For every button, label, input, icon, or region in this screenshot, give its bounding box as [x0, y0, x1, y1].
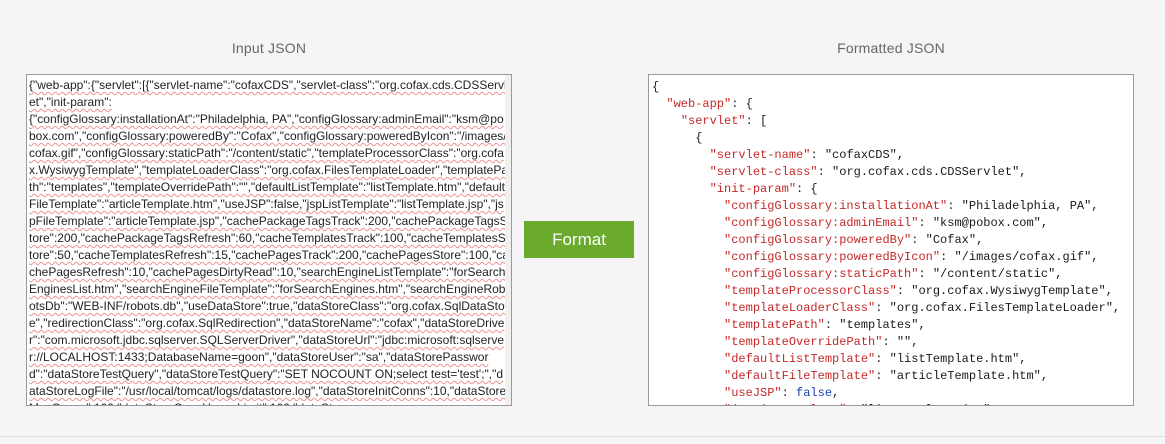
json-value: "/content/static": [932, 267, 1056, 281]
json-line: "jspListTemplate": "listTemplate.jsp",: [652, 402, 1133, 405]
json-key: "init-param": [709, 182, 797, 196]
json-value: "ksm@pobox.com": [932, 216, 1041, 230]
json-key: "jspListTemplate": [724, 403, 846, 405]
json-punctuation: : [: [745, 114, 768, 128]
json-punctuation: ,: [918, 318, 926, 332]
json-key: "useJSP": [724, 386, 782, 400]
format-button[interactable]: Format: [524, 221, 634, 258]
json-punctuation: : {: [731, 97, 753, 111]
json-value: "org.cofax.cds.CDSServlet": [832, 165, 1020, 179]
json-punctuation: ,: [1019, 352, 1027, 366]
json-line: "configGlossary:staticPath": "/content/s…: [724, 267, 1063, 281]
json-line: "web-app": {: [652, 96, 1133, 113]
json-value: "cofaxCDS": [824, 148, 897, 162]
json-punctuation: ,: [1040, 216, 1049, 230]
input-scrollbar[interactable]: [505, 75, 511, 405]
json-punctuation: ,: [990, 403, 997, 405]
json-value: "articleTemplate.htm": [889, 369, 1041, 383]
input-json-textarea[interactable]: {"web-app":{"servlet":[{"servlet-name":"…: [26, 74, 512, 406]
json-key: "web-app": [666, 97, 732, 111]
json-line: "templateProcessorClass": "org.cofax.Wys…: [724, 284, 1113, 298]
json-key: "servlet": [680, 114, 746, 128]
json-line: "configGlossary:installationAt": "Philad…: [724, 199, 1099, 213]
json-punctuation: {: [652, 80, 660, 94]
json-punctuation: ,: [1040, 369, 1049, 383]
json-line: "defaultListTemplate": "listTemplate.htm…: [724, 352, 1027, 366]
json-key: "servlet-name": [709, 148, 811, 162]
json-line: "templateOverridePath": "",: [724, 335, 919, 349]
json-line: "configGlossary:poweredByIcon": "/images…: [724, 250, 1099, 264]
json-key: "defaultListTemplate": [724, 352, 876, 366]
formatted-json-lines: { "web-app": { "servlet": [ { "servlet-n…: [649, 75, 1133, 405]
json-punctuation: ,: [1091, 199, 1099, 213]
json-line: "servlet-name": "cofaxCDS",: [709, 148, 905, 162]
json-key: "configGlossary:poweredBy": [724, 233, 912, 247]
json-key: "templateLoaderClass": [724, 301, 876, 315]
json-punctuation: ,: [832, 386, 840, 400]
input-json-text[interactable]: {"web-app":{"servlet":[{"servlet-name":"…: [27, 75, 511, 405]
json-value: "org.cofax.WysiwygTemplate": [911, 284, 1106, 298]
json-line: "init-param": {: [652, 181, 1133, 198]
json-line: "servlet": [: [652, 113, 1133, 130]
bottom-divider: [0, 436, 1165, 437]
json-line: "servlet-class": "org.cofax.cds.CDSServl…: [709, 165, 1027, 179]
json-value: "org.cofax.FilesTemplateLoader": [889, 301, 1113, 315]
json-key: "defaultFileTemplate": [724, 369, 876, 383]
json-value: "listTemplate.jsp": [861, 403, 991, 405]
json-punctuation: ,: [1112, 301, 1121, 315]
json-line: "useJSP": false,: [724, 386, 840, 400]
json-punctuation: ,: [1019, 165, 1027, 179]
json-value: "templates": [839, 318, 919, 332]
json-punctuation: {: [695, 131, 703, 145]
json-punctuation: ,: [1055, 267, 1063, 281]
json-value: "Philadelphia, PA": [961, 199, 1092, 213]
json-punctuation: ,: [1105, 284, 1113, 298]
json-punctuation: : {: [796, 182, 818, 196]
json-line: "configGlossary:poweredBy": "Cofax",: [724, 233, 984, 247]
formatted-json-title: Formatted JSON: [837, 40, 945, 56]
json-value: "": [896, 335, 912, 349]
json-key: "templateOverridePath": [724, 335, 883, 349]
json-key: "configGlossary:staticPath": [724, 267, 919, 281]
json-punctuation: ,: [1091, 250, 1099, 264]
formatted-json-output[interactable]: { "web-app": { "servlet": [ { "servlet-n…: [648, 74, 1134, 406]
json-key: "configGlossary:poweredByIcon": [724, 250, 941, 264]
json-key: "templatePath": [724, 318, 825, 332]
json-value: false: [796, 386, 833, 400]
json-line: {: [652, 79, 1133, 96]
json-punctuation: ,: [911, 335, 919, 349]
json-line: "templateLoaderClass": "org.cofax.FilesT…: [724, 301, 1121, 315]
json-value: "Cofax": [925, 233, 977, 247]
input-json-title: Input JSON: [231, 40, 307, 56]
json-line: {: [652, 130, 1133, 147]
json-key: "servlet-class": [709, 165, 818, 179]
json-key: "configGlossary:adminEmail": [724, 216, 919, 230]
json-value: "/images/cofax.gif": [954, 250, 1092, 264]
json-line: "defaultFileTemplate": "articleTemplate.…: [724, 369, 1049, 383]
json-line: "configGlossary:adminEmail": "ksm@pobox.…: [724, 216, 1049, 230]
json-key: "templateProcessorClass": [724, 284, 897, 298]
json-line: "templatePath": "templates",: [724, 318, 926, 332]
json-key: "configGlossary:installationAt": [724, 199, 948, 213]
json-value: "listTemplate.htm": [889, 352, 1020, 366]
json-punctuation: ,: [896, 148, 905, 162]
json-punctuation: ,: [976, 233, 984, 247]
